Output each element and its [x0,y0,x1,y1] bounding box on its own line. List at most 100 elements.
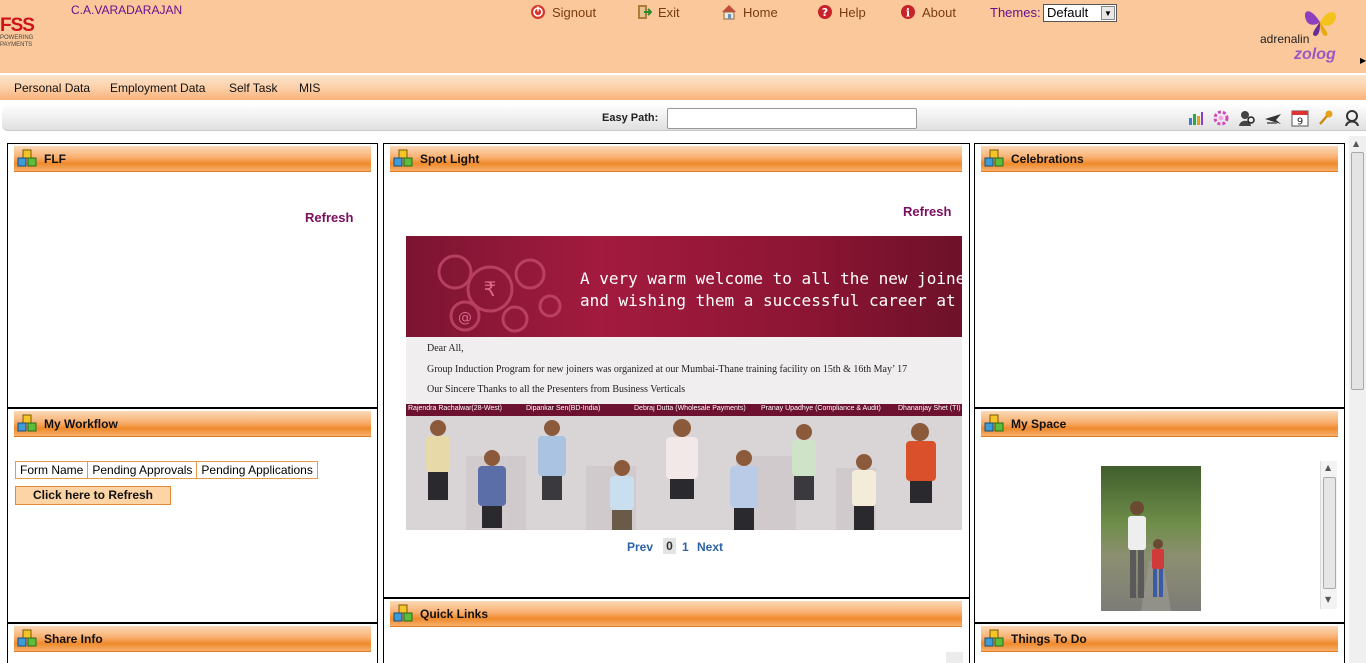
menu-employment-data[interactable]: Employment Data [110,81,205,95]
share-info-panel-header: Share Info [14,626,371,652]
easy-path-input[interactable] [667,108,917,129]
widget-icon [984,629,1004,647]
widget-icon [17,414,37,432]
home-label: Home [743,4,778,20]
page-scrollbar[interactable]: ▲ [1349,136,1366,663]
banner-headline-2: and wishing them a successful career at … [580,291,962,310]
my-space-panel: My Space ▲ ▼ [974,408,1345,623]
presenter-name: Rajendra Rachalwar(28-West) [408,405,503,412]
widget-icon [17,629,37,647]
gears-graphic: ₹ @ [437,254,562,333]
flf-title: FLF [44,152,66,166]
widget-icon [984,414,1004,432]
info-icon: i [900,4,916,20]
scroll-up-icon[interactable]: ▲ [1325,463,1331,472]
banner-greeting: Dear All, [427,343,464,354]
page-scroll-thumb[interactable] [1351,152,1364,390]
scroll-up-icon[interactable]: ▲ [1353,139,1359,148]
themes-label: Themes: [990,5,1041,20]
plane-icon[interactable] [1263,109,1283,127]
quick-links-panel-header: Quick Links [390,601,962,627]
celebrations-panel-header: Celebrations [981,146,1338,172]
svg-text:₹: ₹ [484,277,497,301]
pager-page-current[interactable]: 0 [663,538,676,554]
exit-label: Exit [658,4,680,20]
presenter-photos [406,416,962,530]
adrenalin-zolog-logo: adrenalin zolog ▶ [1256,4,1366,68]
workflow-panel-header: My Workflow [14,411,371,437]
home-icon [721,4,737,20]
home-link[interactable]: Home [721,3,778,21]
exit-link[interactable]: Exit [636,3,680,21]
banner-headline-1: A very warm welcome to all the new joine… [580,269,962,288]
banner-header: ₹ @ A very warm welcome to all the new j… [406,236,962,337]
svg-text:i: i [906,7,910,20]
my-space-scrollbar[interactable]: ▲ ▼ [1320,461,1337,609]
quick-links-scrollbar[interactable] [946,652,963,663]
my-space-panel-header: My Space [981,411,1338,437]
spotlight-banner[interactable]: ₹ @ A very warm welcome to all the new j… [406,236,962,530]
widget-icon [393,149,413,167]
column-pending-approvals: Pending Approvals [87,461,198,479]
flf-panel: FLF Refresh [7,143,378,408]
spotlight-refresh-link[interactable]: Refresh [903,204,951,219]
chart-icon[interactable] [1186,109,1206,127]
svg-text:@: @ [458,310,472,326]
profile-photo[interactable] [1101,466,1201,611]
menu-mis[interactable]: MIS [299,81,320,95]
celebrations-panel: Celebrations [974,143,1345,408]
caret-right-icon[interactable]: ▶ [1360,56,1366,65]
presenter-photo-collage [406,416,962,530]
column-pending-applications: Pending Applications [196,461,318,479]
presenter-name: Dhananjay Shet (TI) [898,405,961,412]
menu-personal-data[interactable]: Personal Data [14,81,90,95]
logo-tagline-2: PAYMENTS [0,42,33,48]
theme-select[interactable]: Default ▼ [1043,4,1117,22]
things-to-do-panel: Things To Do [974,623,1345,663]
help-link[interactable]: ? Help [817,3,866,21]
easy-path-bar: Easy Path: 9 [2,104,1366,131]
quick-links-panel: Quick Links [383,598,970,663]
my-space-title: My Space [1011,417,1067,431]
presenter-name: Dipankar Sen(BD-India) [526,405,601,412]
about-link[interactable]: i About [900,3,956,21]
person-icon[interactable] [1342,109,1362,127]
zolog-text: zolog [1294,46,1336,63]
things-to-do-panel-header: Things To Do [981,626,1338,652]
flf-refresh-link[interactable]: Refresh [305,210,353,225]
profile-photo-image [1128,501,1171,611]
signout-icon [530,4,546,20]
about-label: About [922,4,956,20]
key-icon[interactable] [1316,109,1336,127]
workflow-refresh-button[interactable]: Click here to Refresh [15,486,171,505]
adrenalin-text: adrenalin [1260,32,1310,46]
chevron-down-icon[interactable]: ▼ [1101,6,1115,20]
spotlight-panel: Spot Light Refresh ₹ @ A very warm welco… [383,143,970,598]
calendar-day: 9 [1297,117,1303,128]
share-info-title: Share Info [44,632,103,646]
spotlight-panel-header: Spot Light [390,146,962,172]
signout-link[interactable]: Signout [530,3,596,21]
scroll-down-icon[interactable]: ▼ [1325,595,1331,604]
widget-icon [17,149,37,167]
pager-page-link[interactable]: 1 [682,540,689,554]
menu-self-task[interactable]: Self Task [229,81,277,95]
banner-line-1: Group Induction Program for new joiners … [427,364,908,375]
user-search-icon[interactable] [1237,109,1257,127]
gear-icon[interactable] [1211,109,1231,127]
things-to-do-title: Things To Do [1011,632,1087,646]
pager-prev-link[interactable]: Prev [627,540,653,554]
logo-tagline-1: POWERING [0,35,34,41]
widget-icon [984,149,1004,167]
flf-panel-header: FLF [14,146,371,172]
fss-logo[interactable]: FSS POWERING PAYMENTS [0,16,48,56]
presenter-name: Pranay Upadhye (Compliance & Audit) [761,405,881,412]
presenter-name: Debraj Dutta (Wholesale Payments) [634,405,746,412]
banner-line-2: Our Sincere Thanks to all the Presenters… [427,384,686,395]
celebrations-title: Celebrations [1011,152,1084,166]
pager-next-link[interactable]: Next [697,540,723,554]
calendar-icon[interactable]: 9 [1290,109,1310,127]
scroll-thumb[interactable] [1323,477,1336,589]
exit-icon [636,4,653,20]
username: C.A.VARADARAJAN [71,3,183,17]
